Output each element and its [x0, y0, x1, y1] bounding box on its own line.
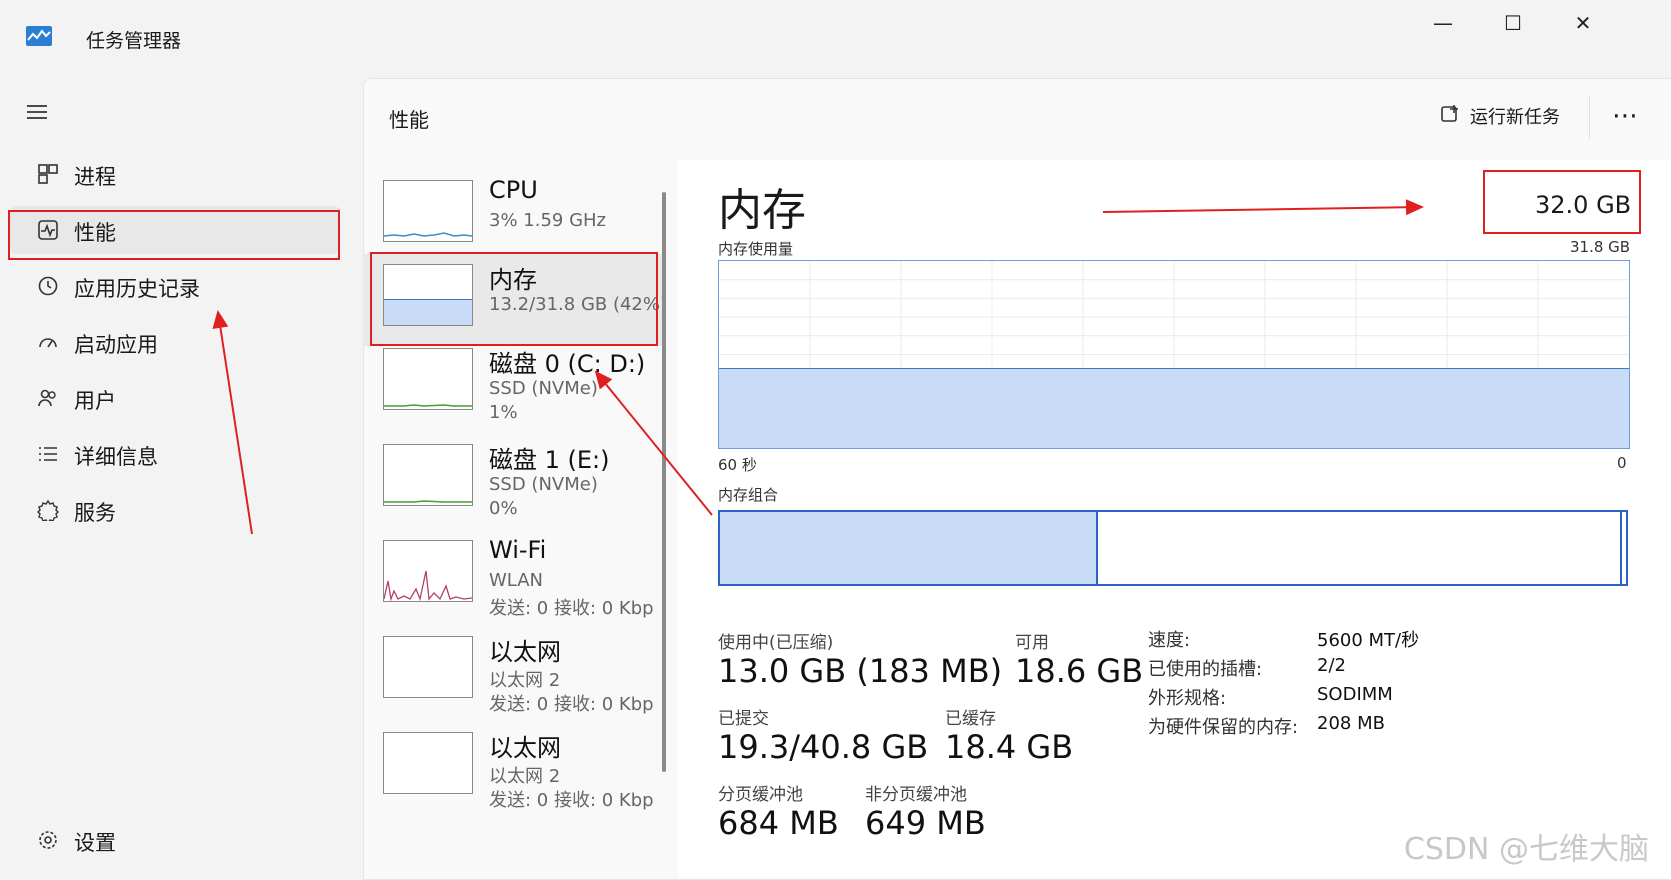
annotation-arrows — [212, 199, 1424, 535]
arrow-to-app-history — [212, 310, 253, 535]
watermark: CSDN @七维大脑 — [1403, 832, 1649, 867]
arrow-to-memory-item — [594, 370, 713, 516]
arrow-to-total — [1102, 199, 1424, 216]
